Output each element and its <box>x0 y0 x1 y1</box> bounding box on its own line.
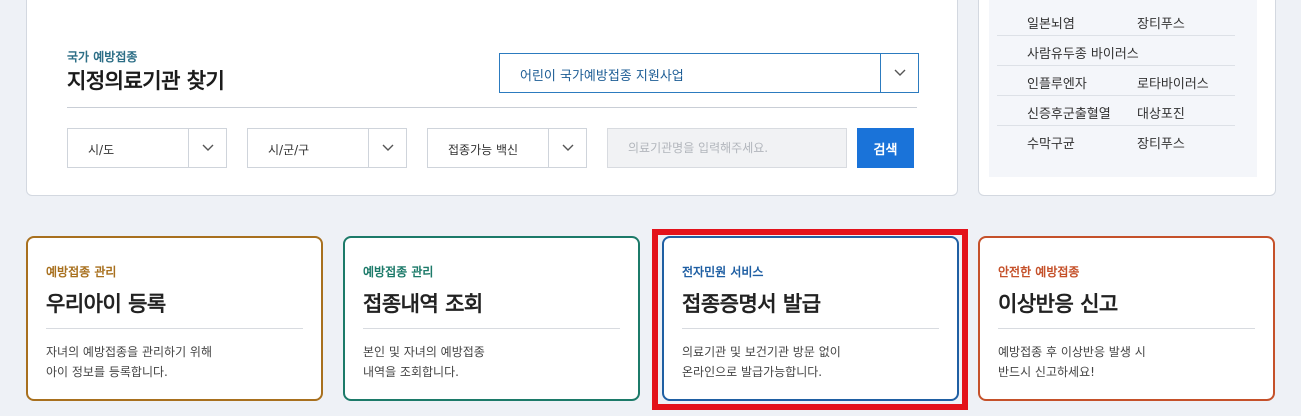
highlight-box <box>652 229 968 410</box>
search-button[interactable]: 검색 <box>857 128 914 168</box>
card-description: 자녀의 예방접종을 관리하기 위해 아이 정보를 등록합니다. <box>46 345 213 379</box>
card-adverse-reaction-report[interactable]: 안전한 예방접종 이상반응 신고 예방접종 후 이상반응 발생 시 반드시 신고… <box>978 236 1275 401</box>
chevron-down-icon[interactable] <box>880 54 918 92</box>
vaccine-row: 수막구균 장티푸스 <box>997 126 1235 156</box>
vaccine-name[interactable]: 로타바이러스 <box>1137 73 1209 92</box>
vaccine-select[interactable]: 접종가능 백신 <box>427 128 587 168</box>
vaccine-row: 신증후군출혈열 대상포진 <box>997 96 1235 126</box>
search-subtitle: 국가 예방접종 <box>67 50 138 64</box>
card-description: 본인 및 자녀의 예방접종 내역을 조회합니다. <box>363 345 485 379</box>
sido-select-value: 시/도 <box>88 143 115 157</box>
card-category: 예방접종 관리 <box>363 265 434 279</box>
sido-select[interactable]: 시/도 <box>67 128 227 168</box>
vaccine-name[interactable]: 일본뇌염 <box>1027 13 1075 32</box>
vaccine-name[interactable]: 인플루엔자 <box>1027 73 1087 92</box>
divider <box>46 328 303 329</box>
vaccine-name[interactable]: 대상포진 <box>1137 103 1185 122</box>
divider <box>363 328 620 329</box>
vaccine-list-panel: 일본뇌염 장티푸스 사람유두종 바이러스 인플루엔자 로타바이러스 신증후군출혈… <box>978 0 1276 196</box>
program-select[interactable]: 어린이 국가예방접종 지원사업 <box>499 53 919 93</box>
vaccination-clinic-search-panel: 국가 예방접종 지정의료기관 찾기 어린이 국가예방접종 지원사업 시/도 시/… <box>26 0 958 196</box>
vaccine-name[interactable]: 장티푸스 <box>1137 13 1185 32</box>
vaccine-row: 사람유두종 바이러스 <box>997 36 1235 66</box>
vaccine-name[interactable]: 장티푸스 <box>1137 133 1185 152</box>
card-category: 안전한 예방접종 <box>998 265 1080 279</box>
vaccine-select-value: 접종가능 백신 <box>448 143 519 157</box>
search-title: 지정의료기관 찾기 <box>67 69 225 93</box>
card-vaccination-history[interactable]: 예방접종 관리 접종내역 조회 본인 및 자녀의 예방접종 내역을 조회합니다. <box>343 236 640 401</box>
vaccine-row: 일본뇌염 장티푸스 <box>997 6 1235 36</box>
program-select-value: 어린이 국가예방접종 지원사업 <box>520 69 684 84</box>
chevron-down-icon[interactable] <box>548 129 586 167</box>
chevron-down-icon[interactable] <box>188 129 226 167</box>
card-title: 우리아이 등록 <box>46 292 166 316</box>
card-description: 예방접종 후 이상반응 발생 시 반드시 신고하세요! <box>998 345 1146 379</box>
vaccine-name[interactable]: 수막구균 <box>1027 133 1075 152</box>
card-category: 예방접종 관리 <box>46 265 117 279</box>
divider <box>998 328 1255 329</box>
clinic-name-input[interactable] <box>607 128 847 168</box>
vaccine-name[interactable]: 사람유두종 바이러스 <box>1027 43 1139 62</box>
sigungu-select-value: 시/군/구 <box>268 143 310 157</box>
sigungu-select[interactable]: 시/군/구 <box>247 128 407 168</box>
card-title: 이상반응 신고 <box>998 292 1118 316</box>
chevron-down-icon[interactable] <box>368 129 406 167</box>
divider <box>67 107 917 108</box>
card-title: 접종내역 조회 <box>363 292 483 316</box>
vaccine-row: 인플루엔자 로타바이러스 <box>997 66 1235 96</box>
card-register-child[interactable]: 예방접종 관리 우리아이 등록 자녀의 예방접종을 관리하기 위해 아이 정보를… <box>26 236 323 401</box>
vaccine-name[interactable]: 신증후군출혈열 <box>1027 103 1111 122</box>
